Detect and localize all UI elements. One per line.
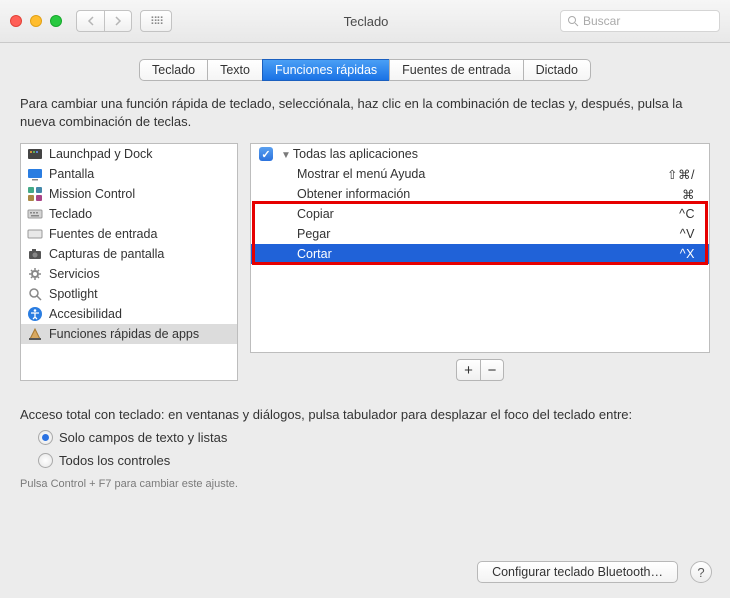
close-window-button[interactable] [10,15,22,27]
tab-texto[interactable]: Texto [207,59,262,81]
disclosure-triangle-icon[interactable]: ▼ [281,150,291,161]
spotlight-icon [27,286,43,302]
launchpad-icon [27,146,43,162]
display-icon [27,166,43,182]
shortcut-row[interactable]: Pegar^V [251,224,709,244]
gear-icon [27,266,43,282]
accessibility-icon [27,306,43,322]
sidebar-item-label: Mission Control [49,187,135,201]
sidebar-item-gear[interactable]: Servicios [21,264,237,284]
sidebar-item-camera[interactable]: Capturas de pantalla [21,244,237,264]
shortcut-row[interactable]: Obtener información⌘ [251,184,709,204]
tab-dictado[interactable]: Dictado [523,59,591,81]
sidebar-item-keyboard[interactable]: Teclado [21,204,237,224]
input-icon [27,226,43,242]
shortcut-keys[interactable]: ^X [680,247,699,261]
sidebar-item-label: Teclado [49,207,92,221]
shortcut-name: Cortar [281,247,680,261]
radio-label: Todos los controles [59,453,170,468]
chevron-left-icon [87,16,95,26]
zoom-window-button[interactable] [50,15,62,27]
shortcut-row[interactable]: Mostrar el menú Ayuda⇧⌘/ [251,164,709,184]
tab-teclado[interactable]: Teclado [139,59,207,81]
mission-icon [27,186,43,202]
keyboard-icon [27,206,43,222]
shortcut-keys[interactable]: ^V [680,227,699,241]
sidebar-item-input[interactable]: Fuentes de entrada [21,224,237,244]
group-title: Todas las aplicaciones [293,147,418,161]
chevron-right-icon [114,16,122,26]
window-titlebar: ⠿⠿ Teclado Buscar [0,0,730,43]
sidebar-item-label: Servicios [49,267,100,281]
tab-fuentes-de-entrada[interactable]: Fuentes de entrada [389,59,522,81]
sidebar-item-label: Funciones rápidas de apps [49,327,199,341]
shortcut-row[interactable]: Cortar^X [251,244,709,264]
instructions-text: Para cambiar una función rápida de tecla… [20,95,710,131]
forward-button[interactable] [104,10,132,32]
shortcut-name: Copiar [281,207,679,221]
remove-button[interactable]: − [480,359,504,381]
show-all-prefs-button[interactable]: ⠿⠿ [140,10,172,32]
add-remove-row: + − [250,359,710,381]
back-button[interactable] [76,10,104,32]
sidebar-item-accessibility[interactable]: Accesibilidad [21,304,237,324]
nav-buttons [76,10,132,32]
grid-icon: ⠿⠿ [150,15,162,28]
window-title: Teclado [180,14,552,29]
configure-bluetooth-keyboard-button[interactable]: Configurar teclado Bluetooth… [477,561,678,583]
sidebar-item-label: Launchpad y Dock [49,147,153,161]
full-access-label: Acceso total con teclado: en ventanas y … [20,407,710,422]
camera-icon [27,246,43,262]
control-f7-hint: Pulsa Control + F7 para cambiar este aju… [20,478,710,490]
shortcut-name: Mostrar el menú Ayuda [281,167,667,181]
appshortcut-icon [27,326,43,342]
access-radio-option[interactable]: Solo campos de texto y listas [38,430,710,445]
sidebar-item-label: Pantalla [49,167,94,181]
shortcut-name: Pegar [281,227,680,241]
radio-button[interactable] [38,453,53,468]
radio-label: Solo campos de texto y listas [59,430,227,445]
access-radio-option[interactable]: Todos los controles [38,453,710,468]
sidebar-item-label: Fuentes de entrada [49,227,157,241]
footer-bar: Configurar teclado Bluetooth… ? [0,546,730,598]
category-sidebar[interactable]: Launchpad y Dock Pantalla Mission Control T… [20,143,238,381]
search-placeholder: Buscar [583,14,620,28]
pref-pane: TecladoTextoFunciones rápidasFuentes de … [0,43,730,598]
minimize-window-button[interactable] [30,15,42,27]
sidebar-item-mission[interactable]: Mission Control [21,184,237,204]
search-field[interactable]: Buscar [560,10,720,32]
shortcut-name: Obtener información [281,187,682,201]
shortcut-keys[interactable]: ^C [679,207,699,221]
radio-button[interactable] [38,430,53,445]
help-button[interactable]: ? [690,561,712,583]
tab-row: TecladoTextoFunciones rápidasFuentes de … [20,59,710,81]
shortcut-row[interactable]: Copiar^C [251,204,709,224]
sidebar-item-label: Accesibilidad [49,307,122,321]
sidebar-item-launchpad[interactable]: Launchpad y Dock [21,144,237,164]
shortcut-keys[interactable]: ⇧⌘/ [667,167,699,182]
shortcut-keys[interactable]: ⌘ [682,187,699,202]
shortcuts-group-header[interactable]: ▼Todas las aplicaciones [251,144,709,164]
sidebar-item-appshortcut[interactable]: Funciones rápidas de apps [21,324,237,344]
sidebar-item-display[interactable]: Pantalla [21,164,237,184]
sidebar-item-label: Capturas de pantalla [49,247,164,261]
sidebar-item-spotlight[interactable]: Spotlight [21,284,237,304]
tab-funciones-rápidas[interactable]: Funciones rápidas [262,59,389,81]
shortcuts-list[interactable]: ▼Todas las aplicacionesMostrar el menú A… [250,143,710,353]
sidebar-item-label: Spotlight [49,287,98,301]
search-icon [567,15,579,27]
group-checkbox[interactable] [251,147,281,161]
add-button[interactable]: + [456,359,480,381]
traffic-lights [10,15,62,27]
